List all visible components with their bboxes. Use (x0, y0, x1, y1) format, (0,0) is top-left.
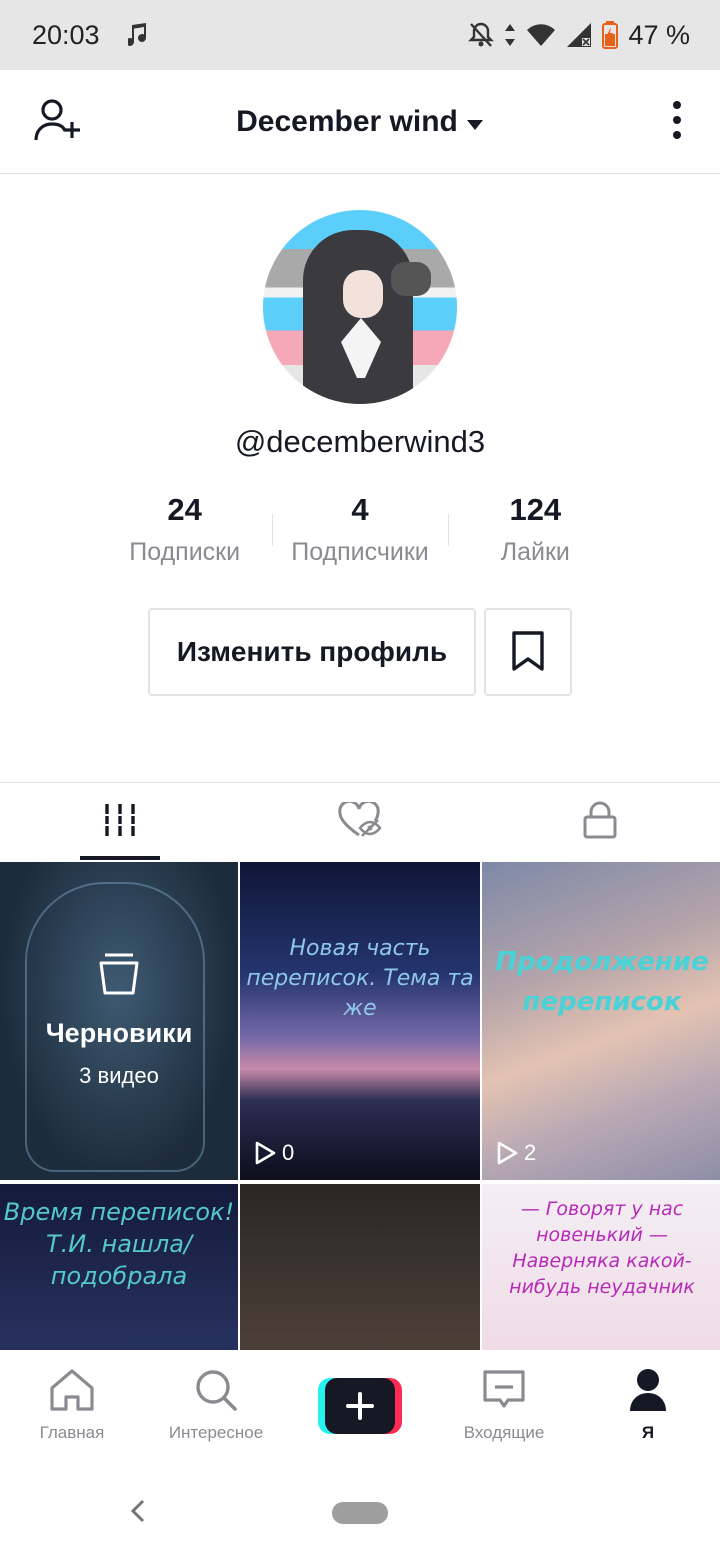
profile-icon (628, 1368, 668, 1417)
nav-discover[interactable]: Интересное (144, 1350, 288, 1460)
nav-create[interactable] (288, 1350, 432, 1460)
music-note-icon (127, 22, 150, 48)
battery-icon (602, 21, 619, 49)
stat-label: Подписчики (291, 538, 429, 566)
drafts-tile[interactable]: Черновики 3 видео (0, 862, 238, 1180)
video-tile[interactable]: — Говорят у нас новенький — Наверняка ка… (482, 1184, 720, 1350)
nav-label: Я (641, 1423, 655, 1442)
stat-likes[interactable]: 124 Лайки (447, 492, 623, 572)
drafts-title: Черновики (45, 1018, 193, 1048)
video-caption: Новая часть переписок. Тема та же (246, 936, 474, 1021)
tab-private[interactable] (480, 783, 720, 862)
dropdown-caret-icon (466, 105, 484, 139)
add-user-icon[interactable] (34, 98, 84, 149)
signal-icon (566, 22, 592, 48)
liked-hidden-icon (338, 799, 382, 843)
account-switcher[interactable]: December wind (236, 105, 484, 139)
avatar[interactable] (263, 210, 457, 404)
mute-icon (468, 21, 495, 49)
account-name: December wind (236, 104, 458, 138)
play-count: 0 (254, 1140, 294, 1166)
video-grid: Черновики 3 видео Новая часть переписок.… (0, 862, 720, 1350)
more-icon[interactable] (672, 100, 682, 145)
search-icon (193, 1368, 239, 1417)
bookmark-icon (511, 630, 545, 674)
tab-liked[interactable] (240, 783, 480, 862)
create-button-face (325, 1378, 395, 1434)
stat-followers[interactable]: 4 Подписчики (272, 492, 447, 572)
play-count: 2 (496, 1140, 536, 1166)
drafts-icon (99, 953, 139, 1000)
nav-profile[interactable]: Я (576, 1350, 720, 1460)
home-pill[interactable] (332, 1502, 388, 1524)
plus-icon (346, 1392, 374, 1420)
nav-home[interactable]: Главная (0, 1350, 144, 1460)
play-count-value: 2 (524, 1140, 537, 1165)
create-button[interactable] (318, 1378, 402, 1434)
play-count-value: 0 (282, 1140, 295, 1165)
stat-value: 24 (167, 492, 202, 527)
play-icon (255, 1141, 276, 1165)
stat-label: Лайки (500, 538, 570, 566)
home-icon (48, 1368, 96, 1417)
drafts-count: 3 видео (79, 1063, 159, 1088)
nav-inbox[interactable]: Входящие (432, 1350, 576, 1460)
profile-stats: 24 Подписки 4 Подписчики 124 Лайки (97, 492, 623, 572)
profile-tabs (0, 782, 720, 862)
wifi-icon (526, 23, 556, 47)
video-tile[interactable]: Новая часть переписок. Тема та же 0 (240, 862, 480, 1180)
system-navigation-bar (0, 1460, 720, 1560)
video-tile[interactable] (240, 1184, 480, 1350)
battery-percent: 47 % (628, 19, 690, 50)
video-caption: — Говорят у нас новенький — Наверняка ка… (509, 1198, 695, 1298)
inbox-icon (482, 1368, 526, 1417)
stat-value: 124 (509, 492, 562, 527)
nav-label: Главная (39, 1423, 105, 1442)
back-icon[interactable] (128, 1498, 148, 1529)
data-arrows-icon (504, 22, 516, 48)
tab-videos[interactable] (0, 783, 240, 862)
nav-label: Входящие (463, 1423, 545, 1442)
stat-label: Подписки (129, 538, 241, 566)
bookmarks-button[interactable] (484, 608, 572, 696)
bottom-navigation: Главная Интересное Входящие Я (0, 1350, 720, 1460)
profile-header: December wind (0, 70, 720, 174)
avatar-raccoon (391, 262, 431, 296)
video-tile[interactable]: Продолжение переписок 2 (482, 862, 720, 1180)
stat-following[interactable]: 24 Подписки (97, 492, 272, 572)
video-caption: Продолжение переписок (495, 947, 709, 1017)
edit-profile-button[interactable]: Изменить профиль (148, 608, 476, 696)
status-bar: 20:03 47 % (0, 0, 720, 70)
username: @decemberwind3 (234, 424, 486, 459)
avatar-face (343, 270, 383, 318)
video-caption: Время переписок! Т.И. нашла/ подобрала (3, 1198, 235, 1290)
status-time: 20:03 (32, 19, 100, 50)
play-icon (497, 1141, 518, 1165)
video-tile[interactable]: Время переписок! Т.И. нашла/ подобрала (0, 1184, 238, 1350)
grid-icon (104, 804, 136, 841)
lock-icon (583, 801, 617, 844)
stat-value: 4 (351, 492, 369, 527)
nav-label: Интересное (168, 1423, 264, 1442)
